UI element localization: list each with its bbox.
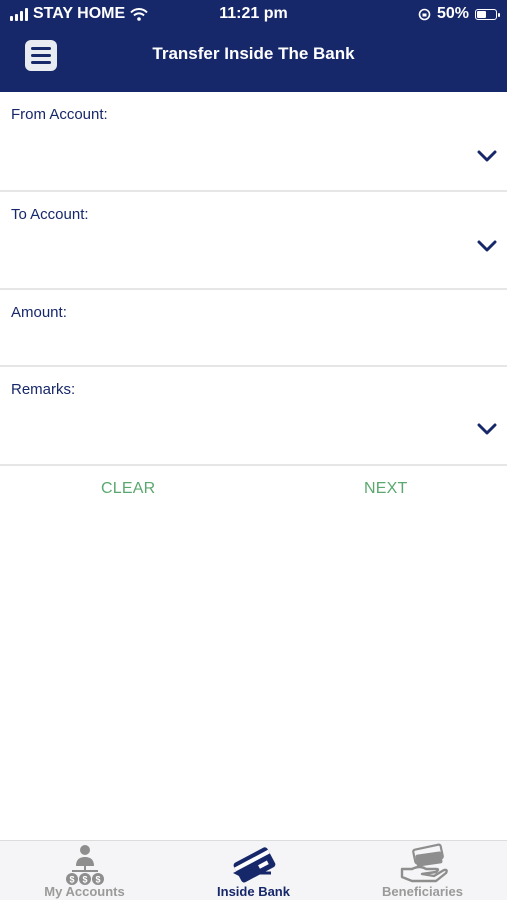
svg-text:$: $ [95,875,100,885]
hand-cash-icon [400,843,448,883]
app-header: STAY HOME 11:21 pm 50% Transfer Inside T… [0,0,507,92]
tab-label: Inside Bank [217,884,290,899]
amount-field[interactable]: Amount: [0,290,507,367]
battery-percent: 50% [436,5,469,22]
clear-button[interactable]: CLEAR [101,480,155,498]
status-right: 50% [418,5,500,23]
status-bar: STAY HOME 11:21 pm 50% [0,0,507,30]
tab-beneficiaries[interactable]: Beneficiaries [338,841,507,901]
svg-text:$: $ [69,875,74,885]
chevron-down-icon[interactable] [477,423,497,435]
form-actions: CLEAR NEXT [0,468,507,513]
page-title: Transfer Inside The Bank [152,44,355,63]
tab-label: My Accounts [44,884,125,899]
svg-text:$: $ [82,875,87,885]
next-button[interactable]: NEXT [364,480,407,498]
chevron-down-icon[interactable] [477,240,497,252]
tab-inside-bank[interactable]: Inside Bank [169,841,338,901]
remarks-label: Remarks: [11,381,76,398]
accounts-user-coins-icon: $ $ $ [65,845,104,885]
card-transfer-icon [232,847,275,883]
from-account-label: From Account: [11,106,108,123]
bottom-tab-bar: $ $ $ My Accounts Inside Bank Beneficiar… [0,840,507,900]
to-account-field[interactable]: To Account: [0,192,507,290]
battery-icon [475,8,500,20]
tab-my-accounts[interactable]: $ $ $ My Accounts [0,841,169,901]
remarks-field[interactable]: Remarks: [0,367,507,466]
to-account-label: To Account: [11,206,89,223]
tab-label: Beneficiaries [382,884,463,899]
orientation-lock-icon [418,8,431,20]
chevron-down-icon[interactable] [477,150,497,162]
amount-label: Amount: [11,304,67,321]
from-account-field[interactable]: From Account: [0,92,507,192]
